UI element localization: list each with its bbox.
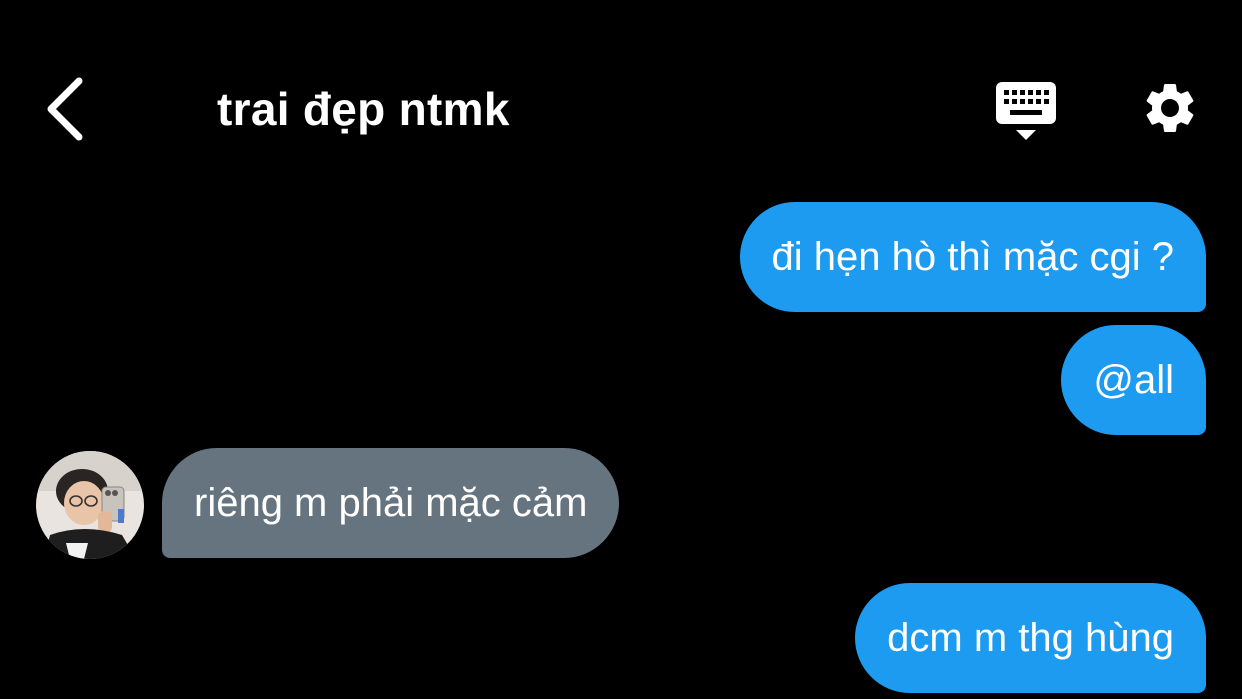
- chat-header: trai đẹp ntmk: [0, 0, 1242, 180]
- back-button[interactable]: [30, 70, 100, 148]
- message-bubble-outgoing[interactable]: @all: [1061, 325, 1206, 435]
- message-bubble-incoming[interactable]: riêng m phải mặc cảm: [162, 448, 620, 558]
- avatar[interactable]: [36, 451, 144, 559]
- avatar-photo: [36, 451, 144, 559]
- message-bubble-outgoing[interactable]: dcm m thg hùng: [855, 583, 1206, 693]
- settings-button[interactable]: [1134, 72, 1206, 144]
- message-bubble-outgoing[interactable]: đi hẹn hò thì mặc cgi ?: [739, 202, 1206, 312]
- chevron-left-icon: [47, 77, 83, 141]
- keyboard-button[interactable]: [988, 74, 1064, 148]
- keyboard-icon: [996, 82, 1056, 140]
- conversation-title[interactable]: trai đẹp ntmk: [217, 82, 510, 136]
- gear-icon: [1146, 83, 1194, 132]
